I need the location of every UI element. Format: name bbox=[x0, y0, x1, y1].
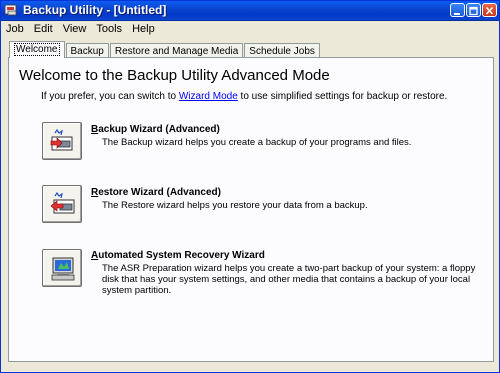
tab-strip: Welcome Backup Restore and Manage Media … bbox=[9, 41, 321, 58]
asr-wizard-description: The ASR Preparation wizard helps you cre… bbox=[102, 263, 476, 296]
tab-schedule-label: Schedule Jobs bbox=[249, 46, 315, 57]
menu-tools[interactable]: Tools bbox=[91, 21, 127, 37]
title-bar[interactable]: Backup Utility - [Untitled] bbox=[1, 1, 499, 21]
welcome-panel: Welcome to the Backup Utility Advanced M… bbox=[8, 57, 494, 362]
window-title: Backup Utility - [Untitled] bbox=[23, 3, 167, 17]
tab-backup[interactable]: Backup bbox=[65, 43, 109, 58]
menu-view[interactable]: View bbox=[58, 21, 92, 37]
maximize-button[interactable] bbox=[466, 3, 481, 17]
intro-text: If you prefer, you can switch to Wizard … bbox=[41, 91, 447, 102]
tab-welcome[interactable]: Welcome bbox=[9, 41, 65, 58]
tab-backup-label: Backup bbox=[70, 46, 104, 57]
tab-restore-label: Restore and Manage Media bbox=[114, 46, 239, 57]
asr-wizard-title-rest: utomated System Recovery Wizard bbox=[98, 250, 265, 261]
menu-edit[interactable]: Edit bbox=[29, 21, 58, 37]
minimize-button[interactable] bbox=[450, 3, 465, 17]
restore-wizard-button[interactable] bbox=[42, 185, 82, 223]
backup-wizard-description: The Backup wizard helps you create a bac… bbox=[102, 137, 412, 148]
backup-wizard-button[interactable] bbox=[42, 122, 82, 160]
tab-restore-and-manage-media[interactable]: Restore and Manage Media bbox=[109, 43, 244, 58]
backup-wizard-icon bbox=[50, 129, 73, 151]
restore-wizard-icon bbox=[50, 192, 75, 214]
tab-schedule-jobs[interactable]: Schedule Jobs bbox=[244, 43, 320, 58]
close-icon bbox=[485, 6, 494, 15]
close-button[interactable] bbox=[482, 3, 497, 17]
asr-wizard-icon bbox=[51, 257, 75, 281]
asr-wizard-title[interactable]: Automated System Recovery Wizard bbox=[91, 250, 265, 261]
backup-wizard-title[interactable]: Backup Wizard (Advanced) bbox=[91, 124, 220, 135]
intro-after: to use simplified settings for backup or… bbox=[237, 91, 448, 102]
menu-job[interactable]: Job bbox=[1, 21, 29, 37]
restore-wizard-description: The Restore wizard helps you restore you… bbox=[102, 200, 368, 211]
page-title: Welcome to the Backup Utility Advanced M… bbox=[19, 67, 330, 84]
backup-wizard-title-rest: ackup Wizard (Advanced) bbox=[98, 124, 220, 135]
restore-wizard-title-rest: estore Wizard (Advanced) bbox=[98, 187, 221, 198]
intro-before: If you prefer, you can switch to bbox=[41, 91, 179, 102]
minimize-icon bbox=[454, 13, 460, 15]
tab-welcome-label: Welcome bbox=[14, 43, 60, 56]
backup-utility-icon bbox=[5, 4, 17, 16]
restore-wizard-title[interactable]: Restore Wizard (Advanced) bbox=[91, 187, 221, 198]
menu-help[interactable]: Help bbox=[127, 21, 160, 37]
maximize-icon bbox=[469, 6, 478, 16]
wizard-mode-link[interactable]: Wizard Mode bbox=[179, 91, 238, 102]
backup-utility-window: Backup Utility - [Untitled] Job Edit Vie… bbox=[0, 0, 500, 373]
menu-bar: Job Edit View Tools Help bbox=[1, 21, 499, 37]
asr-wizard-button[interactable] bbox=[42, 249, 82, 287]
